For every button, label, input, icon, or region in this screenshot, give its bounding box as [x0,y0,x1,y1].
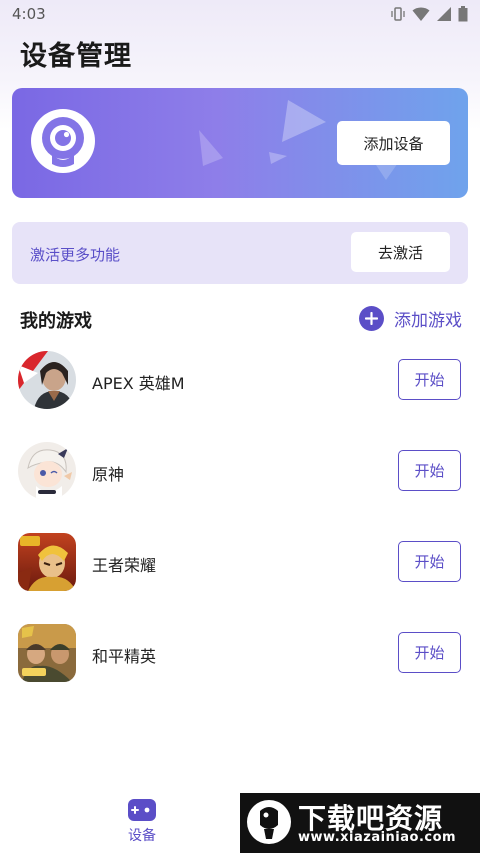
watermark: 下载吧资源 www.xiazainiao.com [240,793,480,853]
game-row: 和平精英 开始 [0,616,480,690]
game-row: 王者荣耀 开始 [0,525,480,599]
decor-triangle [269,152,287,164]
signal-icon [436,6,452,22]
status-icons [390,6,468,22]
apex-game-icon [18,351,76,409]
peacekeeper-elite-game-icon [18,624,76,682]
plus-icon [359,305,384,331]
watermark-logo-icon [247,800,291,844]
vibrate-icon [390,6,406,22]
activate-button[interactable]: 去激活 [351,232,450,272]
device-logo-icon [31,109,95,173]
game-row: 原神 开始 [0,434,480,508]
add-device-button[interactable]: 添加设备 [337,121,450,165]
status-bar: 4:03 [0,0,480,28]
activate-text: 激活更多功能 [30,246,121,264]
device-card: 添加设备 [12,88,468,198]
nav-item-device[interactable]: 设备 [116,799,168,851]
game-name: APEX 英雄M [92,374,185,393]
decor-triangle [199,130,223,166]
start-button[interactable]: 开始 [398,359,461,400]
add-game-button[interactable]: 添加游戏 [359,304,462,332]
decor-triangle [282,100,326,142]
start-button[interactable]: 开始 [398,632,461,673]
game-name: 王者荣耀 [92,556,157,575]
start-button[interactable]: 开始 [398,541,461,582]
gamepad-icon [128,799,156,821]
my-games-title: 我的游戏 [20,311,92,332]
battery-icon [458,6,468,22]
nav-label-device: 设备 [128,828,156,844]
wifi-icon [412,6,430,22]
activate-card: 激活更多功能 去激活 [12,222,468,284]
start-button[interactable]: 开始 [398,450,461,491]
watermark-url: www.xiazainiao.com [298,830,457,845]
genshin-game-icon [18,442,76,500]
game-name: 和平精英 [92,647,157,666]
game-name: 原神 [92,465,125,484]
status-time: 4:03 [12,5,46,23]
honor-of-kings-game-icon [18,533,76,591]
game-row: APEX 英雄M 开始 [0,343,480,417]
page-title: 设备管理 [20,41,132,72]
add-game-label: 添加游戏 [394,310,462,331]
